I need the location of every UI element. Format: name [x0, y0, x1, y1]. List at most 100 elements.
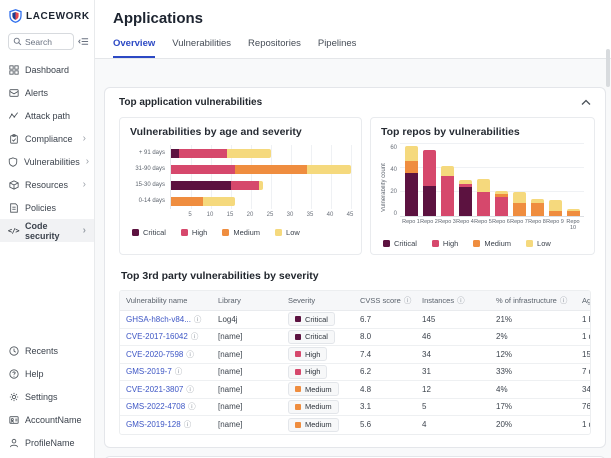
stacked-bar-repo-5[interactable]	[477, 179, 490, 216]
brand-name: LACEWORK	[26, 11, 90, 22]
sidebar-item-help[interactable]: Help	[0, 362, 94, 385]
table-row[interactable]: CVE-2021-3807ⓘ[name]Medium4.8124%34 days	[120, 381, 590, 399]
info-icon[interactable]: ⓘ	[194, 314, 202, 325]
x-tick-label: Repo 9	[546, 219, 564, 231]
severity-swatch	[295, 316, 301, 322]
sidebar-item-profilename[interactable]: ProfileName	[0, 431, 94, 454]
severity-badge: Critical	[288, 330, 335, 344]
sidebar-collapse-icon[interactable]	[78, 36, 89, 47]
hchart-plot	[170, 145, 351, 209]
sidebar-item-accountname[interactable]: AccountName	[0, 408, 94, 431]
resources-icon	[8, 180, 19, 190]
stacked-bar-repo-8[interactable]	[531, 199, 544, 216]
sidebar-item-settings[interactable]: Settings	[0, 385, 94, 408]
vulnerability-link[interactable]: GMS-2019-128	[126, 420, 181, 429]
chevron-right-icon: ›	[83, 226, 86, 236]
tab-overview[interactable]: Overview	[113, 38, 155, 58]
severity-cell: Medium	[282, 382, 354, 396]
severity-badge: Medium	[288, 418, 339, 432]
shield-logo-icon	[9, 9, 22, 23]
table-row[interactable]: CVE-2017-16042ⓘ[name]Critical8.0462%1 da…	[120, 329, 590, 347]
severity-swatch	[295, 351, 301, 357]
info-icon[interactable]: ⓘ	[186, 349, 194, 360]
x-tick-label: 25	[267, 212, 274, 218]
bar-segment-low	[477, 179, 490, 192]
column-header-of-infrastructure[interactable]: % of infrastructureⓘ	[490, 295, 576, 306]
infrastructure-cell: 20%	[490, 420, 576, 429]
vulnerabilities-by-age-chart: Vulnerabilities by age and severity + 91…	[119, 117, 362, 255]
chevron-right-icon: ›	[83, 134, 86, 144]
sidebar-item-policies[interactable]: Policies	[0, 196, 94, 219]
severity-swatch	[295, 404, 301, 410]
info-icon[interactable]: ⓘ	[186, 384, 194, 395]
tab-repositories[interactable]: Repositories	[248, 38, 301, 58]
stacked-bar-repo-1[interactable]	[405, 146, 418, 216]
bar-segment-critical	[423, 186, 436, 216]
sidebar-item-attack-path[interactable]: Attack path	[0, 104, 94, 127]
vulnerability-link[interactable]: GHSA-h8ch-v84...	[126, 315, 191, 324]
info-icon[interactable]: ⓘ	[191, 331, 199, 342]
sidebar-item-alerts[interactable]: Alerts	[0, 81, 94, 104]
chevron-up-icon[interactable]	[581, 99, 591, 106]
column-header-age[interactable]: Ageⓘ	[576, 295, 590, 306]
bar-segment-high	[441, 176, 454, 216]
stacked-bar-repo-10[interactable]	[567, 209, 580, 216]
tab-pipelines[interactable]: Pipelines	[318, 38, 357, 58]
stacked-bar[interactable]	[171, 181, 263, 190]
sidebar-item-vulnerabilities[interactable]: Vulnerabilities›	[0, 150, 94, 173]
cvss-score-cell: 3.1	[354, 402, 416, 411]
column-header-cvss-score[interactable]: CVSS scoreⓘ	[354, 295, 416, 306]
stacked-bar-repo-3[interactable]	[441, 166, 454, 216]
table-row[interactable]: CVE-2020-7598ⓘ[name]High7.43412%15 days	[120, 346, 590, 364]
column-header-severity[interactable]: Severity	[282, 296, 354, 305]
sidebar-item-label: Vulnerabilities	[24, 157, 80, 167]
vulnerability-link[interactable]: CVE-2017-16042	[126, 332, 188, 341]
info-icon[interactable]: ⓘ	[457, 295, 465, 306]
sidebar-item-dashboard[interactable]: Dashboard	[0, 58, 94, 81]
info-icon[interactable]: ⓘ	[404, 295, 412, 306]
column-header-instances[interactable]: Instancesⓘ	[416, 295, 490, 306]
stacked-bar-repo-4[interactable]	[459, 180, 472, 216]
x-tick-label: 10	[207, 212, 214, 218]
sidebar-item-recents[interactable]: Recents	[0, 339, 94, 362]
table-row[interactable]: GMS-2019-7ⓘ[name]High6.23133%7 days	[120, 364, 590, 382]
table-row[interactable]: GMS-2019-128ⓘ[name]Medium5.6420%1 day	[120, 416, 590, 434]
stacked-bar-repo-2[interactable]	[423, 150, 436, 216]
stacked-bar[interactable]	[171, 197, 235, 206]
vulnerability-link[interactable]: GMS-2019-7	[126, 367, 172, 376]
x-tick-label: Repo 6	[492, 219, 510, 231]
severity-badge: Medium	[288, 382, 339, 396]
sidebar-item-code-security[interactable]: </>Code security›	[0, 219, 94, 242]
column-header-vulnerability-name[interactable]: Vulnerability name	[120, 296, 212, 305]
table-row[interactable]: GHSA-h8ch-v84...ⓘLog4jCritical6.714521%1…	[120, 311, 590, 329]
stacked-bar[interactable]	[171, 149, 271, 158]
table-row[interactable]: GMS-2022-4708ⓘ[name]Medium3.1517%76 days	[120, 399, 590, 417]
sidebar-item-resources[interactable]: Resources›	[0, 173, 94, 196]
info-icon[interactable]: ⓘ	[184, 419, 192, 430]
severity-swatch	[295, 334, 301, 340]
bar-segment-low	[307, 165, 351, 174]
instances-cell: 31	[416, 367, 490, 376]
vulnerability-link[interactable]: CVE-2020-7598	[126, 350, 183, 359]
stacked-bar[interactable]	[171, 165, 351, 174]
lacework-logo: LACEWORK	[0, 8, 94, 24]
scrollbar[interactable]	[606, 49, 610, 87]
info-icon[interactable]: ⓘ	[175, 366, 183, 377]
severity-cell: High	[282, 365, 354, 379]
stacked-bar-repo-7[interactable]	[513, 192, 526, 216]
info-icon[interactable]: ⓘ	[560, 295, 568, 306]
sidebar-item-label: AccountName	[25, 415, 82, 425]
stacked-bar-repo-9[interactable]	[549, 200, 562, 216]
column-header-library[interactable]: Library	[212, 296, 282, 305]
sidebar-item-compliance[interactable]: Compliance›	[0, 127, 94, 150]
info-icon[interactable]: ⓘ	[188, 401, 196, 412]
search-input[interactable]: Search	[8, 33, 74, 50]
y-tick-label: 40	[388, 167, 397, 173]
bar-segment-medium	[549, 211, 562, 216]
tab-vulnerabilities[interactable]: Vulnerabilities	[172, 38, 231, 58]
vulnerability-link[interactable]: GMS-2022-4708	[126, 402, 185, 411]
stacked-bar-repo-6[interactable]	[495, 191, 508, 216]
vulnerability-link[interactable]: CVE-2021-3807	[126, 385, 183, 394]
sidebar-item-label: Alerts	[25, 88, 48, 98]
severity-swatch	[295, 369, 301, 375]
